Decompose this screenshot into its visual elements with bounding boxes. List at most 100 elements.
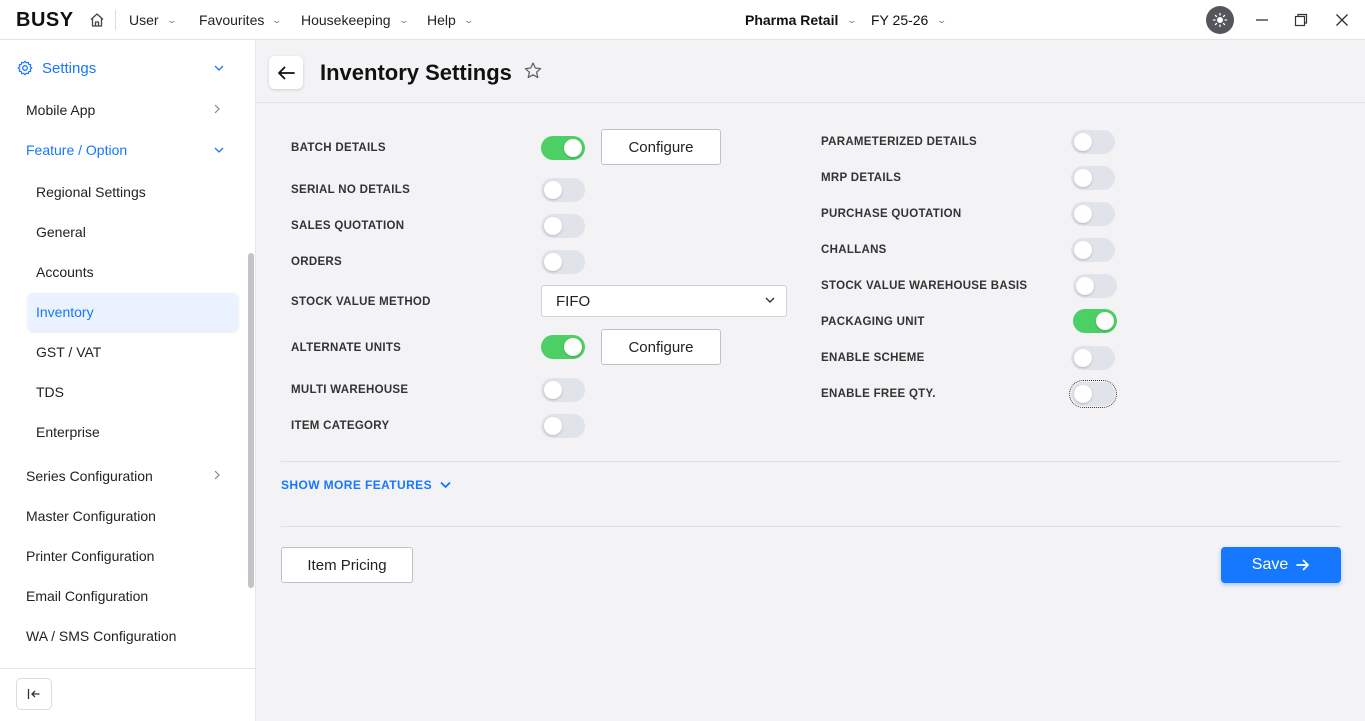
item-pricing-button[interactable]: Item Pricing bbox=[281, 547, 413, 583]
item-category-toggle[interactable] bbox=[541, 414, 585, 438]
sidebar-item-label: GST / VAT bbox=[36, 344, 102, 360]
stock-value-method-select[interactable]: FIFO bbox=[541, 285, 787, 317]
theme-toggle-button[interactable] bbox=[1206, 6, 1234, 34]
enable-scheme-label: ENABLE SCHEME bbox=[821, 352, 925, 364]
enable-free-qty-label: ENABLE FREE QTY. bbox=[821, 388, 936, 400]
orders-label: ORDERS bbox=[291, 256, 343, 268]
sidebar-item-email-configuration[interactable]: Email Configuration bbox=[0, 580, 240, 612]
sidebar-item-label: Regional Settings bbox=[36, 184, 146, 200]
footer-divider bbox=[281, 526, 1341, 527]
chevron-down-icon: ⌄ bbox=[463, 14, 474, 25]
enable-scheme-toggle[interactable] bbox=[1071, 346, 1115, 370]
sidebar-item-enterprise[interactable]: Enterprise bbox=[0, 416, 240, 448]
minimize-icon bbox=[1256, 19, 1268, 21]
menu-favourites-label: Favourites bbox=[199, 12, 265, 28]
arrow-left-icon bbox=[278, 66, 295, 79]
sidebar-item-label: Settings bbox=[42, 59, 97, 77]
menu-help[interactable]: Help ⌄ bbox=[427, 0, 474, 40]
mrp-details-label: MRP DETAILS bbox=[821, 172, 902, 184]
close-button[interactable] bbox=[1332, 10, 1352, 30]
sidebar-item-printer-configuration[interactable]: Printer Configuration bbox=[0, 540, 240, 572]
save-button[interactable]: Save bbox=[1221, 547, 1341, 583]
sidebar-item-master-configuration[interactable]: Master Configuration bbox=[0, 500, 240, 532]
sidebar: Settings Mobile App Feature / Option Reg… bbox=[0, 40, 256, 721]
orders-toggle[interactable] bbox=[541, 250, 585, 274]
sales-quotation-toggle[interactable] bbox=[541, 214, 585, 238]
sidebar-item-label: Inventory bbox=[36, 304, 94, 320]
chevron-down-icon bbox=[214, 145, 224, 156]
sidebar-item-inventory[interactable]: Inventory bbox=[0, 296, 240, 328]
chevron-down-icon: ⌄ bbox=[271, 14, 283, 25]
sidebar-item-accounts[interactable]: Accounts bbox=[0, 256, 240, 288]
alternate-units-label: ALTERNATE UNITS bbox=[291, 342, 402, 354]
sidebar-item-label: WA / SMS Configuration bbox=[26, 628, 177, 644]
sidebar-item-label: TDS bbox=[36, 384, 64, 400]
sun-icon bbox=[1212, 12, 1228, 28]
purchase-quotation-label: PURCHASE QUOTATION bbox=[821, 208, 962, 220]
purchase-quotation-toggle[interactable] bbox=[1071, 202, 1115, 226]
chevron-down-icon: ⌄ bbox=[398, 14, 409, 25]
chevron-right-icon bbox=[214, 103, 220, 117]
fiscal-year-label: FY 25-26 bbox=[871, 12, 929, 28]
home-icon[interactable] bbox=[89, 12, 105, 28]
sidebar-item-series-configuration[interactable]: Series Configuration bbox=[0, 460, 240, 492]
menu-housekeeping[interactable]: Housekeeping ⌄ bbox=[301, 0, 409, 40]
multi-warehouse-label: MULTI WAREHOUSE bbox=[291, 384, 409, 396]
stock-value-warehouse-basis-toggle[interactable] bbox=[1073, 274, 1117, 298]
page-title: Inventory Settings bbox=[320, 60, 512, 85]
sidebar-item-wa-sms-configuration[interactable]: WA / SMS Configuration bbox=[0, 620, 240, 652]
save-button-label: Save bbox=[1251, 556, 1289, 573]
sidebar-item-gst-vat[interactable]: GST / VAT bbox=[0, 336, 240, 368]
sidebar-footer-divider bbox=[0, 668, 256, 669]
arrow-right-icon bbox=[1296, 559, 1310, 571]
serial-no-details-toggle[interactable] bbox=[541, 178, 585, 202]
company-selector[interactable]: Pharma Retail ⌄ bbox=[745, 0, 858, 40]
sidebar-item-general[interactable]: General bbox=[0, 216, 240, 248]
sidebar-item-label: General bbox=[36, 224, 86, 240]
sidebar-item-settings[interactable]: Settings bbox=[0, 52, 240, 84]
show-more-features-link[interactable]: SHOW MORE FEATURES bbox=[281, 478, 451, 492]
back-button[interactable] bbox=[269, 56, 303, 89]
fiscal-year-selector[interactable]: FY 25-26 ⌄ bbox=[871, 0, 947, 40]
chevron-down-icon: ⌄ bbox=[846, 14, 858, 25]
stock-value-warehouse-basis-label: STOCK VALUE WAREHOUSE BASIS bbox=[821, 280, 1028, 292]
gear-icon bbox=[17, 60, 33, 76]
multi-warehouse-toggle[interactable] bbox=[541, 378, 585, 402]
chevron-down-icon bbox=[214, 63, 224, 74]
sidebar-item-label: Enterprise bbox=[36, 424, 100, 440]
alternate-units-toggle[interactable] bbox=[541, 335, 585, 359]
toolbar-separator bbox=[115, 10, 116, 30]
challans-toggle[interactable] bbox=[1071, 238, 1115, 262]
restore-button[interactable] bbox=[1291, 10, 1311, 30]
parameterized-details-toggle[interactable] bbox=[1071, 130, 1115, 154]
alternate-units-configure-button[interactable]: Configure bbox=[601, 329, 721, 365]
packaging-unit-toggle[interactable] bbox=[1073, 309, 1117, 333]
sidebar-scrollbar[interactable] bbox=[248, 253, 254, 588]
close-icon bbox=[1336, 14, 1348, 26]
restore-icon bbox=[1294, 13, 1308, 27]
app-logo: BUSY bbox=[16, 9, 74, 31]
menu-favourites[interactable]: Favourites ⌄ bbox=[199, 0, 283, 40]
chevron-down-icon bbox=[765, 297, 775, 303]
chevron-right-icon bbox=[214, 469, 220, 483]
menu-housekeeping-label: Housekeeping bbox=[301, 12, 391, 28]
collapse-sidebar-button[interactable] bbox=[16, 678, 52, 710]
sidebar-item-label: Feature / Option bbox=[26, 142, 128, 158]
serial-no-details-label: SERIAL NO DETAILS bbox=[291, 184, 411, 196]
enable-free-qty-toggle[interactable] bbox=[1069, 380, 1117, 408]
sidebar-item-label: Mobile App bbox=[26, 102, 96, 118]
collapse-left-icon bbox=[27, 689, 40, 699]
sidebar-item-regional-settings[interactable]: Regional Settings bbox=[0, 176, 240, 208]
sidebar-item-mobile-app[interactable]: Mobile App bbox=[0, 94, 240, 126]
sidebar-item-tds[interactable]: TDS bbox=[0, 376, 240, 408]
minimize-button[interactable] bbox=[1252, 10, 1272, 30]
menu-user[interactable]: User ⌄ bbox=[129, 0, 177, 40]
mrp-details-toggle[interactable] bbox=[1071, 166, 1115, 190]
batch-details-configure-button[interactable]: Configure bbox=[601, 129, 721, 165]
sidebar-item-label: Master Configuration bbox=[26, 508, 156, 524]
sidebar-item-feature-option[interactable]: Feature / Option bbox=[0, 134, 240, 166]
item-category-label: ITEM CATEGORY bbox=[291, 420, 390, 432]
star-icon[interactable] bbox=[523, 61, 543, 81]
batch-details-toggle[interactable] bbox=[541, 136, 585, 160]
company-name: Pharma Retail bbox=[745, 12, 839, 28]
